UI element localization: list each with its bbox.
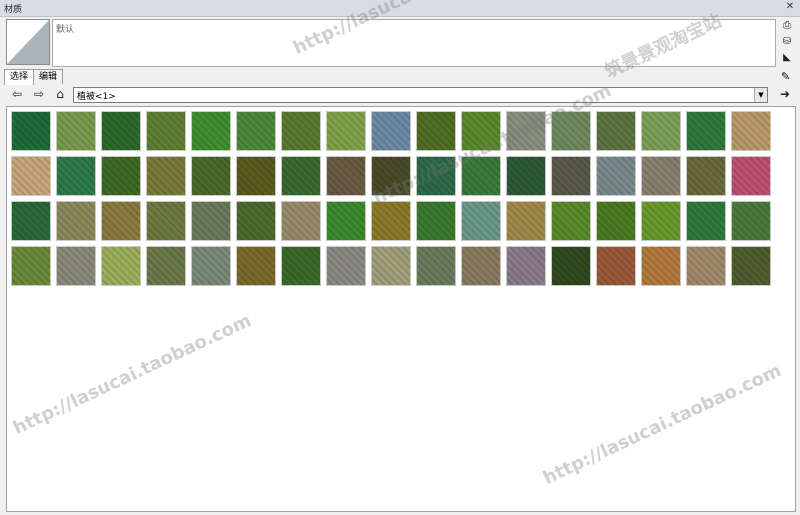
preview-swatch-icon [7,20,49,64]
material-thumbnail[interactable] [416,201,456,241]
material-thumbnail[interactable] [191,201,231,241]
forward-arrow-icon[interactable]: ⇨ [32,87,46,101]
material-thumbnail[interactable] [506,201,546,241]
material-thumbnail[interactable] [11,246,51,286]
material-thumbnail[interactable] [551,201,591,241]
material-thumbnail[interactable] [56,246,96,286]
material-thumbnail[interactable] [236,246,276,286]
collection-select[interactable]: 植被<1> ▼ [73,87,768,103]
material-thumbnail[interactable] [236,201,276,241]
close-icon[interactable]: ✕ [784,1,796,13]
tab-select[interactable]: 选择 [4,69,35,85]
material-thumbnail[interactable] [686,246,726,286]
material-thumbnail[interactable] [596,246,636,286]
home-icon[interactable]: ⌂ [53,87,67,101]
pipette-icon[interactable]: ✎ [781,70,790,83]
material-thumbnail[interactable] [551,111,591,151]
material-thumbnail[interactable] [641,246,681,286]
material-thumbnail[interactable] [11,156,51,196]
material-thumbnail[interactable] [731,201,771,241]
material-thumbnail[interactable] [506,156,546,196]
material-thumbnail[interactable] [326,201,366,241]
paint-bucket-icon[interactable]: ⛁ [779,35,795,49]
material-thumbnail[interactable] [731,156,771,196]
material-thumbnail[interactable] [281,246,321,286]
material-name-field[interactable]: 默认 [52,19,776,67]
material-thumbnail[interactable] [236,156,276,196]
save-icon[interactable]: ⎙ [779,19,795,33]
material-thumbnail[interactable] [596,111,636,151]
navigation-bar: ⇦ ⇨ ⌂ 植被<1> ▼ ➜ [6,86,796,104]
material-thumbnail[interactable] [596,201,636,241]
material-thumbnail[interactable] [731,111,771,151]
material-thumbnail[interactable] [416,111,456,151]
material-thumbnail[interactable] [281,111,321,151]
tab-bar: 选择 编辑 [4,69,64,85]
window-title: 材质 [4,5,23,15]
material-thumbnail[interactable] [146,156,186,196]
material-thumbnail[interactable] [371,201,411,241]
material-thumbnail[interactable] [11,201,51,241]
material-thumbnail[interactable] [461,111,501,151]
material-thumbnail[interactable] [371,111,411,151]
material-thumbnail[interactable] [416,156,456,196]
material-thumbnail[interactable] [416,246,456,286]
material-thumbnail[interactable] [281,156,321,196]
material-thumbnail[interactable] [686,201,726,241]
material-thumbnail[interactable] [551,156,591,196]
material-thumbnail[interactable] [11,111,51,151]
material-thumbnail[interactable] [101,246,141,286]
material-thumbnail[interactable] [326,111,366,151]
material-thumbnail[interactable] [641,111,681,151]
material-thumbnail[interactable] [551,246,591,286]
details-arrow-icon[interactable]: ➜ [778,87,792,101]
material-thumbnail[interactable] [461,246,501,286]
material-thumbnail[interactable] [56,201,96,241]
side-toolbar: ⎙ ⛁ ◣ [779,19,797,67]
back-arrow-icon[interactable]: ⇦ [10,87,24,101]
material-preview [6,19,50,65]
material-thumbnail[interactable] [146,111,186,151]
materials-grid-pane [6,106,796,512]
material-thumbnail[interactable] [101,201,141,241]
collection-value: 植被<1> [77,92,116,102]
material-thumbnail[interactable] [56,156,96,196]
material-thumbnail[interactable] [506,111,546,151]
material-thumbnail[interactable] [686,156,726,196]
default-material-icon[interactable]: ◣ [779,51,795,65]
material-thumbnail[interactable] [146,246,186,286]
title-bar: 材质 ✕ [0,0,800,17]
material-thumbnail[interactable] [281,201,321,241]
tab-edit[interactable]: 编辑 [33,69,64,84]
material-thumbnail[interactable] [731,246,771,286]
material-thumbnail[interactable] [641,201,681,241]
material-thumbnail[interactable] [641,156,681,196]
material-thumbnail[interactable] [371,246,411,286]
material-thumbnail[interactable] [191,156,231,196]
material-thumbnail[interactable] [371,156,411,196]
material-thumbnail[interactable] [506,246,546,286]
material-name-value: 默认 [56,25,75,35]
material-thumbnail[interactable] [686,111,726,151]
material-thumbnail[interactable] [236,111,276,151]
material-thumbnail[interactable] [596,156,636,196]
material-thumbnail[interactable] [191,246,231,286]
material-thumbnail[interactable] [146,201,186,241]
material-thumbnail[interactable] [326,156,366,196]
chevron-down-icon[interactable]: ▼ [754,88,767,102]
material-thumbnail[interactable] [101,111,141,151]
material-thumbnail[interactable] [326,246,366,286]
material-thumbnail[interactable] [56,111,96,151]
material-thumbnail[interactable] [461,201,501,241]
material-thumbnail[interactable] [461,156,501,196]
material-thumbnail[interactable] [101,156,141,196]
material-thumbnail[interactable] [191,111,231,151]
